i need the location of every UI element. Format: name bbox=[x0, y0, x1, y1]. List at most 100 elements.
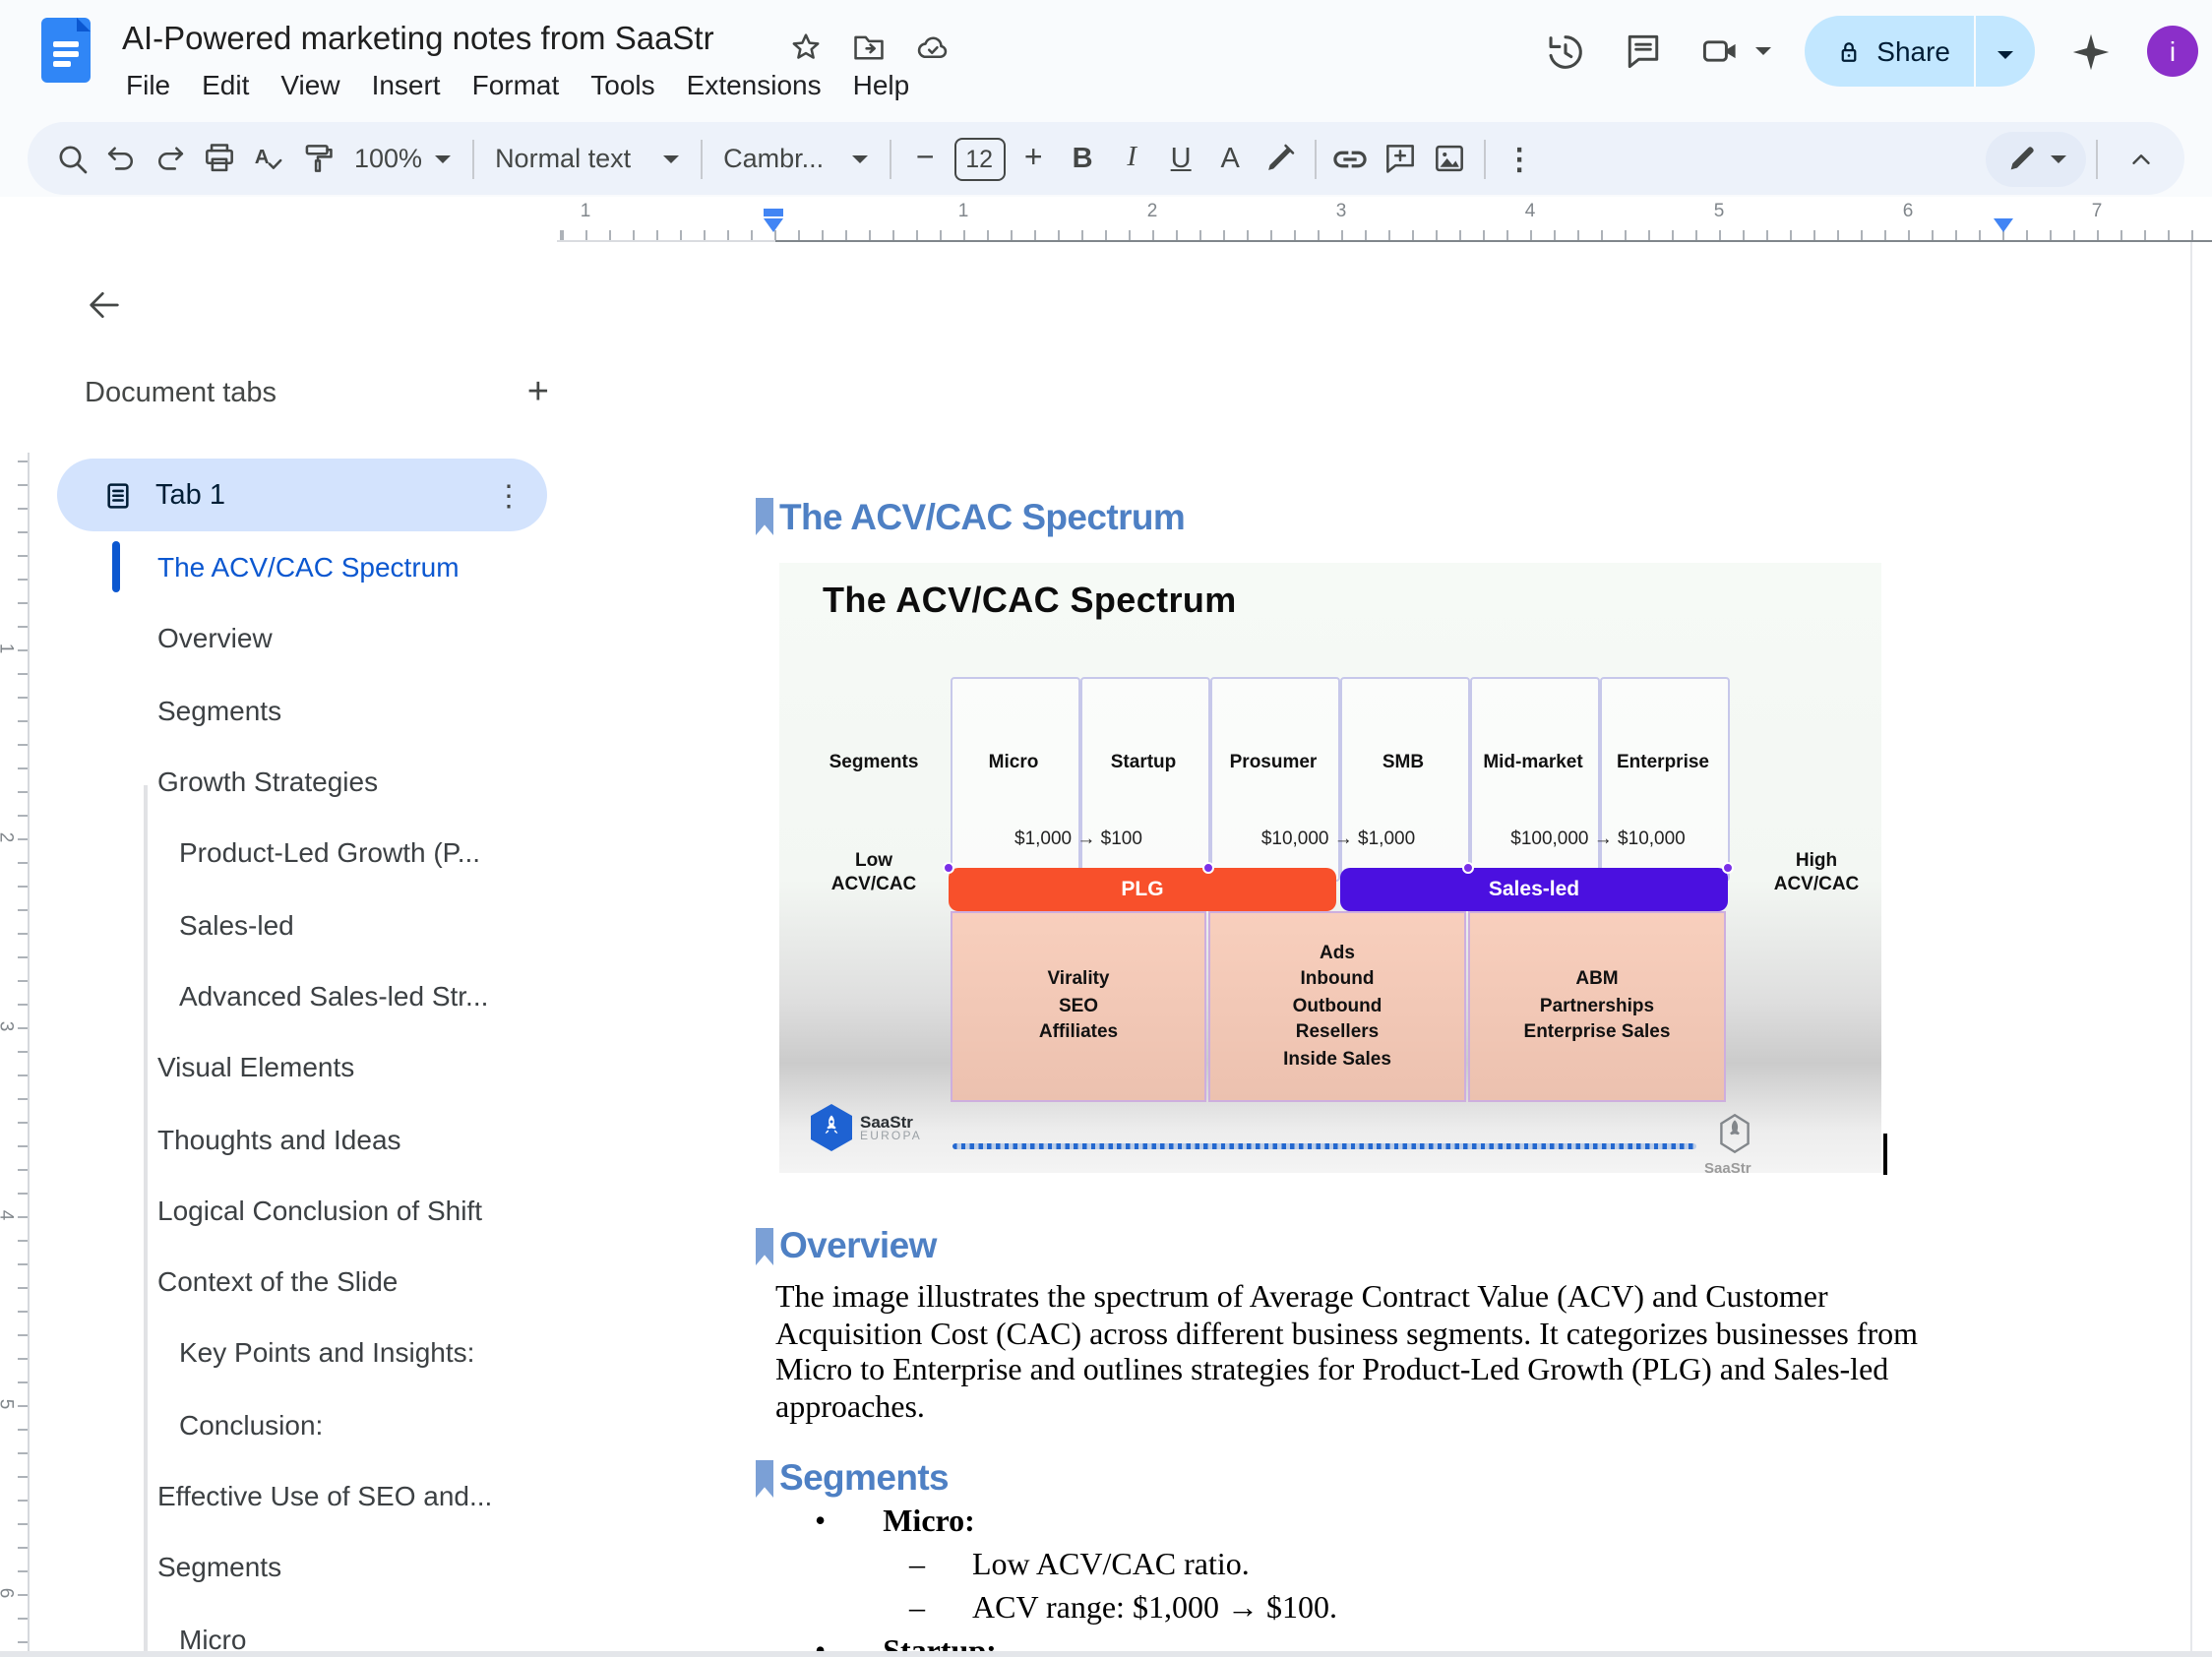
account-avatar[interactable]: i bbox=[2147, 26, 2198, 77]
highlight-color-icon[interactable] bbox=[1255, 133, 1304, 184]
share-button[interactable]: Share bbox=[1804, 16, 2035, 87]
cloud-saved-icon[interactable] bbox=[913, 30, 952, 67]
left-indent-marker[interactable] bbox=[764, 209, 783, 231]
segment-name: SMB bbox=[1338, 752, 1468, 773]
google-docs-window: AI-Powered marketing notes from SaaStr F… bbox=[0, 0, 2212, 1657]
pencil-icon bbox=[2005, 142, 2039, 175]
outline-item[interactable]: Effective Use of SEO and... bbox=[114, 1460, 577, 1532]
search-menus-icon[interactable] bbox=[47, 133, 96, 184]
outline-item[interactable]: Growth Strategies bbox=[114, 746, 577, 818]
spellcheck-icon[interactable]: A bbox=[244, 133, 293, 184]
saastr-logo-icon bbox=[811, 1104, 852, 1151]
outline-item[interactable]: Micro bbox=[114, 1603, 577, 1657]
paragraph-style-select[interactable]: Normal text bbox=[483, 144, 690, 173]
document-title[interactable]: AI-Powered marketing notes from SaaStr bbox=[122, 22, 714, 59]
insert-link-icon[interactable] bbox=[1325, 133, 1375, 184]
outline-item[interactable]: Advanced Sales-led Str... bbox=[114, 960, 577, 1032]
menu-view[interactable]: View bbox=[265, 63, 355, 106]
print-icon[interactable] bbox=[195, 133, 244, 184]
share-dropdown[interactable] bbox=[1976, 33, 2035, 69]
segment-name: Startup bbox=[1078, 752, 1208, 773]
call-dropdown-caret[interactable] bbox=[1754, 47, 1770, 55]
redo-icon[interactable] bbox=[146, 133, 195, 184]
figure-segments-label: Segments bbox=[815, 752, 933, 773]
sales-led-bar: Sales-led bbox=[1340, 868, 1728, 911]
font-size-input[interactable]: 12 bbox=[953, 137, 1005, 180]
menu-tools[interactable]: Tools bbox=[575, 63, 670, 106]
svg-text:A: A bbox=[255, 146, 270, 168]
version-history-icon[interactable] bbox=[1542, 29, 1587, 74]
menu-help[interactable]: Help bbox=[837, 63, 926, 106]
google-docs-logo-icon[interactable] bbox=[41, 18, 91, 83]
doc-heading-segments[interactable]: Segments bbox=[779, 1456, 949, 1500]
italic-button[interactable]: I bbox=[1107, 133, 1156, 184]
outline-item[interactable]: Visual Elements bbox=[114, 1031, 577, 1103]
menu-extensions[interactable]: Extensions bbox=[671, 63, 837, 106]
font-select[interactable]: Cambr... bbox=[711, 144, 879, 173]
plg-bar: PLG bbox=[949, 868, 1336, 911]
bold-button[interactable]: B bbox=[1058, 133, 1107, 184]
outline-item[interactable]: Product-Led Growth (P... bbox=[114, 817, 577, 889]
paint-format-icon[interactable] bbox=[293, 133, 342, 184]
menu-format[interactable]: Format bbox=[457, 63, 576, 106]
segment-name: Mid-market bbox=[1468, 752, 1598, 773]
hide-menus-chevron[interactable] bbox=[2116, 133, 2165, 184]
outline-item[interactable]: The ACV/CAC Spectrum bbox=[114, 531, 577, 603]
sub-bullet[interactable]: – Low ACV/CAC ratio. bbox=[909, 1549, 1250, 1584]
sub-bullet[interactable]: – ACV range: $1,000 → $100. bbox=[909, 1591, 1337, 1626]
high-acv-cac-label: HighACV/CAC bbox=[1738, 850, 1881, 895]
comments-icon[interactable] bbox=[1621, 30, 1664, 73]
document-outline: The ACV/CAC Spectrum Overview Segments G… bbox=[114, 531, 577, 1657]
outline-item[interactable]: Logical Conclusion of Shift bbox=[114, 1174, 577, 1246]
join-call-button[interactable] bbox=[1697, 30, 1770, 73]
add-tab-button[interactable]: + bbox=[527, 372, 549, 415]
outline-item[interactable]: Thoughts and Ideas bbox=[114, 1103, 577, 1175]
text-color-button[interactable]: A bbox=[1205, 133, 1255, 184]
overview-paragraph[interactable]: The image illustrates the spectrum of Av… bbox=[775, 1281, 1968, 1429]
increase-font-size-button[interactable]: + bbox=[1009, 133, 1058, 184]
outline-item[interactable]: Overview bbox=[114, 603, 577, 675]
vertical-ruler[interactable]: 1 2 3 4 5 6 bbox=[0, 453, 30, 1657]
segment-column bbox=[1340, 677, 1470, 882]
move-folder-icon[interactable] bbox=[850, 30, 888, 67]
add-comment-icon[interactable] bbox=[1375, 133, 1424, 184]
star-icon[interactable] bbox=[787, 30, 825, 67]
more-toolbar-options[interactable]: ⋮ bbox=[1495, 133, 1544, 184]
horizontal-ruler[interactable]: 1 1 2 3 4 5 6 7 bbox=[557, 199, 2212, 242]
segment-name: Prosumer bbox=[1208, 752, 1338, 773]
tab-document-icon bbox=[102, 479, 134, 511]
outline-item[interactable]: Segments bbox=[114, 674, 577, 746]
gemini-sparkle-icon[interactable] bbox=[2068, 29, 2114, 74]
bullet-micro[interactable]: • Micro: bbox=[815, 1505, 975, 1541]
menu-bar: File Edit View Insert Format Tools Exten… bbox=[110, 63, 925, 106]
decrease-font-size-button[interactable]: − bbox=[900, 133, 950, 184]
acv-cac-spectrum-image[interactable]: The ACV/CAC Spectrum Segments Micro Star… bbox=[779, 563, 1881, 1173]
outline-item[interactable]: Context of the Slide bbox=[114, 1246, 577, 1318]
doc-heading-acv-cac[interactable]: The ACV/CAC Spectrum bbox=[779, 496, 1185, 539]
segment-name: Micro bbox=[949, 752, 1078, 773]
outline-item[interactable]: Segments bbox=[114, 1531, 577, 1603]
doc-heading-overview[interactable]: Overview bbox=[779, 1224, 937, 1267]
zoom-select[interactable]: 100% bbox=[342, 144, 461, 173]
menu-insert[interactable]: Insert bbox=[356, 63, 457, 106]
menu-file[interactable]: File bbox=[110, 63, 186, 106]
outline-item[interactable]: Sales-led bbox=[114, 889, 577, 960]
outline-item[interactable]: Conclusion: bbox=[114, 1388, 577, 1460]
segment-column bbox=[1210, 677, 1340, 882]
right-indent-marker[interactable] bbox=[1994, 217, 2013, 231]
undo-icon[interactable] bbox=[96, 133, 146, 184]
menu-edit[interactable]: Edit bbox=[186, 63, 265, 106]
text-cursor bbox=[1883, 1134, 1886, 1175]
figure-title: The ACV/CAC Spectrum bbox=[823, 581, 1237, 622]
lock-icon bbox=[1833, 36, 1863, 66]
insert-image-icon[interactable] bbox=[1424, 133, 1473, 184]
tab-options-icon[interactable]: ⋮ bbox=[494, 477, 523, 513]
tab-1-item[interactable]: Tab 1 ⋮ bbox=[57, 459, 547, 531]
outline-item[interactable]: Key Points and Insights: bbox=[114, 1318, 577, 1389]
editing-mode-select[interactable] bbox=[1986, 131, 2086, 186]
underline-button[interactable]: U bbox=[1156, 133, 1205, 184]
sales-strategies-box: ABMPartnershipsEnterprise Sales bbox=[1468, 911, 1726, 1102]
close-sidebar-back-arrow[interactable] bbox=[75, 276, 134, 335]
document-tabs-title: Document tabs bbox=[85, 378, 276, 409]
saastr-watermark-icon bbox=[1718, 1112, 1751, 1155]
